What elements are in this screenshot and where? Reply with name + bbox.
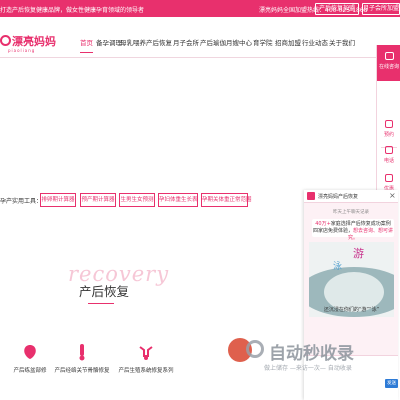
chat-msg-line1: 家庭选择产后恢复成功案例: [330, 221, 391, 227]
yuesao-franchise-button[interactable]: 月子会所加盟: [362, 3, 400, 15]
calendar-icon: [385, 120, 393, 128]
nav-item-franchise[interactable]: 招商加盟: [275, 37, 301, 50]
chat-avatar: [307, 192, 315, 200]
nav-active-underline: [80, 52, 93, 53]
service-card-label: 产后经络关节骨骼修复: [54, 368, 110, 374]
phone-icon: [385, 146, 393, 154]
chat-popup-header: 漂亮妈妈产后恢复 ×: [304, 190, 398, 203]
uterus-icon: [139, 346, 153, 360]
nav-item-recovery[interactable]: 产后恢复: [146, 37, 172, 50]
chat-image-caption: 还沉浸在你们的“游”“泳”: [323, 307, 380, 313]
service-card-pelvic[interactable]: 产后练盆部修: [0, 340, 60, 385]
chat-image-char: 泳: [333, 262, 343, 272]
nav-item-breastfeeding[interactable]: 母乳喂养: [120, 37, 146, 50]
header-divider: [0, 57, 400, 58]
pelvis-icon: [24, 345, 36, 359]
tools-label: 孕产实用工具：: [0, 198, 43, 205]
tool-weight-range[interactable]: 孕期关体重正常范围: [201, 193, 252, 207]
chat-icon: [384, 52, 394, 60]
service-card-reproductive[interactable]: 产后生殖系统修复系列: [116, 340, 176, 385]
logo-name: 漂亮妈妈: [12, 35, 56, 48]
nav-item-about[interactable]: 关于我们: [329, 37, 355, 50]
nav-item-academy[interactable]: 育学院: [253, 37, 273, 50]
service-card-label: 产后练盆部修: [13, 368, 47, 374]
service-card-joints[interactable]: 产后经络关节骨骼修复: [52, 340, 112, 385]
nav-item-confinement[interactable]: 月子会所: [173, 37, 199, 50]
chat-msg-line2-link[interactable]: 想去咨询、想可讲究。: [348, 228, 393, 241]
chat-timestamp: 昨天上午聊天记录: [333, 210, 369, 215]
top-bar: 打造产后恢复健康品牌，做女性健康孕育领域的领导者 漂亮妈妈全国加盟热线：400-…: [0, 0, 400, 17]
logo-sub: piaoliang: [8, 48, 36, 53]
watermark-subtitle: 做上储存 —来访一次— 自动收录: [264, 365, 352, 372]
chat-image-char: 游: [353, 247, 364, 260]
watermark: 自动秒收录 做上储存 —来访一次— 自动收录: [228, 338, 388, 380]
chat-msg-count: 40万+: [315, 221, 331, 227]
chat-title: 漂亮妈妈产后恢复: [318, 194, 359, 200]
nav-item-home[interactable]: 首页: [80, 37, 93, 50]
floating-sidebar: 在线咨询 预约 电话 优惠: [376, 45, 400, 200]
close-icon[interactable]: ×: [389, 191, 396, 200]
chat-message: 40万+家庭选择产后恢复成功案例 四家店免费体验，想去咨询、想可讲究。: [312, 219, 394, 241]
gift-icon: [385, 174, 393, 182]
section-title-underline: [88, 303, 114, 304]
section-title: 产后恢复: [79, 284, 130, 299]
joint-icon: [79, 344, 85, 361]
logo-icon: [0, 35, 11, 46]
nav-item-nanny[interactable]: 月嫂中心: [226, 37, 252, 50]
tool-gender[interactable]: 生男生女预测: [119, 193, 155, 207]
send-button[interactable]: 发送: [385, 379, 398, 388]
online-consult-label: 在线咨询: [378, 64, 399, 70]
service-card-label: 产后生殖系统修复系列: [118, 368, 174, 374]
online-consult-button[interactable]: 在线咨询: [377, 45, 400, 81]
sidebar-booking-label: 预约: [383, 132, 394, 138]
nav-item-news[interactable]: 行业动态: [302, 37, 328, 50]
watermark-title: 自动秒收录: [269, 344, 354, 364]
top-notice: 打造产后恢复健康品牌，做女性健康孕育领域的领导者: [0, 7, 145, 14]
nav-item-yoga[interactable]: 产后瑜伽: [200, 37, 226, 50]
tool-ovulation[interactable]: 排卵期计算器: [40, 193, 76, 207]
chat-image: 游 泳 还沉浸在你们的“游”“泳”: [309, 242, 394, 317]
chat-msg-line2-prefix: 四家店免费体验，: [312, 228, 353, 234]
sidebar-phone-label: 电话: [383, 158, 394, 164]
tool-due-date[interactable]: 预产期计算器: [80, 193, 116, 207]
pregnancy-tools: 孕产实用工具： 排卵期计算器 预产期计算器 生男生女预测 孕妇体重生长表 孕期关…: [0, 193, 276, 209]
franchise-button[interactable]: 产后恢复加盟: [315, 3, 359, 15]
watermark-ring-icon: [246, 340, 264, 358]
nav-item-prep[interactable]: 备孕调理: [96, 37, 122, 50]
tool-weight-chart[interactable]: 孕妇体重生长表: [158, 193, 198, 207]
